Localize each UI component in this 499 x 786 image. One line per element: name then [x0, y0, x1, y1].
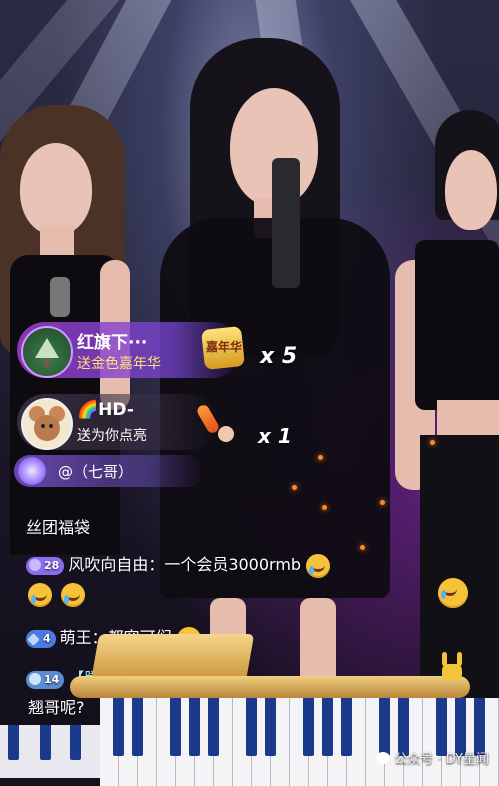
- gift-banner: 🌈HD- 送为你点亮: [17, 394, 217, 450]
- entrance-notice: @（七哥）: [14, 455, 204, 487]
- level-badge: 4: [26, 629, 56, 648]
- gift-banner: 红旗下··· 送金色嘉年华 嘉年华: [17, 322, 245, 378]
- chat-text: 翘哥呢?: [28, 698, 85, 717]
- gift-action: 送金色嘉年华: [77, 356, 161, 372]
- user-avatar[interactable]: [21, 326, 73, 378]
- spark: [430, 440, 435, 445]
- sparkle-icon: [18, 457, 46, 485]
- badge-icon: [29, 558, 41, 571]
- chat-text: 丝团福袋: [26, 518, 91, 537]
- gift-multiplier: x 5: [260, 344, 298, 369]
- laughing-emoji-icon: [306, 553, 331, 578]
- spark: [322, 505, 327, 510]
- user-avatar[interactable]: [21, 398, 73, 450]
- diamond-icon: [27, 632, 40, 646]
- watermark-text: 公众号 · DY星闻: [394, 752, 489, 767]
- spark: [380, 500, 385, 505]
- level-number: 4: [43, 631, 51, 645]
- entrance-text: @（七哥）: [58, 463, 134, 481]
- badge-icon: [29, 672, 41, 685]
- laughing-emoji-icon: [61, 583, 86, 607]
- left-piano-keys: [0, 725, 100, 778]
- spark: [360, 545, 365, 550]
- tree-icon: [35, 338, 59, 368]
- spark: [318, 455, 323, 460]
- level-badge: 28: [26, 556, 65, 575]
- level-number: 28: [44, 558, 60, 572]
- wechat-icon: [376, 752, 391, 764]
- level-number: 14: [44, 672, 60, 686]
- watermark: 公众号 · DY星闻: [376, 748, 489, 767]
- emoji-row: [28, 583, 86, 607]
- chat-message: 翘哥呢?: [28, 694, 85, 718]
- chat-message: 丝团福袋: [26, 514, 90, 538]
- chat-text: 风吹向自由：一个会员3000rmb: [68, 555, 302, 574]
- rock-hand-icon: [438, 652, 466, 682]
- live-stream-video: [0, 0, 499, 778]
- gift-sender-name: 🌈HD-: [77, 400, 134, 420]
- level-badge: 14: [26, 670, 65, 689]
- cake-gift-prop: [90, 634, 255, 682]
- laughing-emoji-icon: [438, 578, 468, 608]
- gift-multiplier: x 1: [258, 424, 292, 448]
- gift-label: 嘉年华: [205, 340, 242, 354]
- gift-sender-name: 红旗下···: [77, 333, 148, 353]
- right-performer: [395, 110, 499, 710]
- gift-action: 送为你点亮: [77, 428, 147, 444]
- gold-base: [70, 676, 470, 698]
- spark: [292, 485, 297, 490]
- laughing-emoji-icon: [28, 583, 52, 607]
- chat-message: 28 风吹向自由：一个会员3000rmb: [26, 551, 331, 578]
- mouse-cartoon-icon: [29, 406, 65, 441]
- carnival-gift-icon: 嘉年华: [199, 322, 247, 374]
- light-up-gift-icon: [195, 400, 240, 446]
